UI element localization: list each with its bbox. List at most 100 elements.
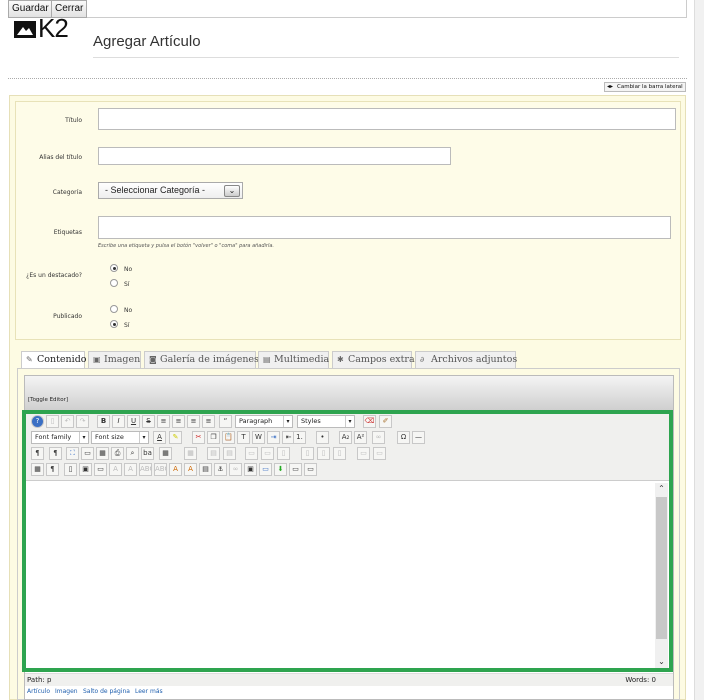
cut-icon[interactable]: ✂ bbox=[192, 431, 205, 444]
merge-cells-icon[interactable]: ▭ bbox=[357, 447, 370, 460]
italic-icon[interactable]: I bbox=[112, 415, 125, 428]
subscript-icon[interactable]: A₂ bbox=[339, 431, 352, 444]
published-no-radio[interactable] bbox=[110, 305, 118, 313]
align-left-icon[interactable]: ≡ bbox=[187, 415, 200, 428]
blockquote-icon[interactable]: “ bbox=[219, 415, 232, 428]
tags-input[interactable] bbox=[98, 216, 671, 239]
delete-row-icon[interactable]: ▭ bbox=[261, 447, 274, 460]
paste-icon[interactable]: 📋 bbox=[222, 431, 235, 444]
image-insert-icon[interactable]: ▣ bbox=[79, 463, 92, 476]
code-icon[interactable]: ▯ bbox=[64, 463, 77, 476]
layer-icon[interactable]: ▤ bbox=[199, 463, 212, 476]
unlink-icon[interactable]: ∞ bbox=[229, 463, 242, 476]
table-icon[interactable]: ▦ bbox=[159, 447, 172, 460]
insert-text-icon[interactable]: A bbox=[184, 463, 197, 476]
scroll-down-icon[interactable]: ⌄ bbox=[655, 656, 668, 668]
delete-text-icon[interactable]: A bbox=[169, 463, 182, 476]
delete-col-icon[interactable]: ▯ bbox=[317, 447, 330, 460]
bullet-list-icon[interactable]: • bbox=[316, 431, 329, 444]
article-button[interactable]: Artículo bbox=[27, 688, 50, 695]
alias-input[interactable] bbox=[98, 147, 451, 165]
readmore-button[interactable]: Leer más bbox=[135, 688, 163, 695]
insert-col-after-icon[interactable]: ▯ bbox=[301, 447, 314, 460]
link-icon[interactable]: ∞ bbox=[372, 431, 385, 444]
toggle-sidebar-button[interactable]: ◂▸ Cambiar la barra lateral bbox=[604, 82, 686, 92]
table-props-icon[interactable]: ▦ bbox=[184, 447, 197, 460]
tab-contenido[interactable]: ✎ Contenido bbox=[21, 351, 87, 368]
anchor-icon[interactable]: ⚓ bbox=[214, 463, 227, 476]
fullscreen-icon[interactable]: ⛶ bbox=[66, 447, 79, 460]
eraser-icon[interactable]: ⌫ bbox=[363, 415, 376, 428]
abbr-icon[interactable]: A bbox=[109, 463, 122, 476]
paste-text-icon[interactable]: T bbox=[237, 431, 250, 444]
numbered-list-icon[interactable]: 1. bbox=[293, 431, 306, 444]
print-icon[interactable]: ⎙ bbox=[111, 447, 124, 460]
font-size-select[interactable]: Font size ▾ bbox=[91, 431, 149, 444]
horizontal-rule-icon[interactable]: — bbox=[412, 431, 425, 444]
category-select[interactable]: - Seleccionar Categoría - ⌄ bbox=[98, 182, 243, 199]
film-icon: ▤ bbox=[263, 355, 271, 364]
find-icon[interactable]: ⌕ bbox=[126, 447, 139, 460]
cell-props-icon[interactable]: ▤ bbox=[223, 447, 236, 460]
tab-campos-extra[interactable]: ✱ Campos extra bbox=[332, 351, 415, 368]
pagebreak-icon[interactable]: ⬇ bbox=[274, 463, 287, 476]
strikethrough-icon[interactable]: S bbox=[142, 415, 155, 428]
featured-no-radio[interactable] bbox=[110, 264, 118, 272]
row-props-icon[interactable]: ▤ bbox=[207, 447, 220, 460]
indent-icon[interactable]: ⇥ bbox=[267, 431, 280, 444]
published-yes-radio[interactable] bbox=[110, 320, 118, 328]
image-manager-icon[interactable]: ▣ bbox=[244, 463, 257, 476]
tab-multimedia[interactable]: ▤ Multimedia bbox=[258, 351, 329, 368]
insert-row-icon[interactable]: ▭ bbox=[245, 447, 258, 460]
tab-archivos-adjuntos[interactable]: ∂ Archivos adjuntos bbox=[415, 351, 517, 368]
cleanup-brush-icon[interactable]: ✐ bbox=[379, 415, 392, 428]
rtl-icon[interactable]: ¶ bbox=[49, 447, 62, 460]
preview-icon[interactable]: ▭ bbox=[81, 447, 94, 460]
highlight-color-icon[interactable]: ✎ bbox=[169, 431, 182, 444]
special-char-icon[interactable]: Ω bbox=[397, 431, 410, 444]
visual-aid-icon[interactable]: ▦ bbox=[31, 463, 44, 476]
paste-word-icon[interactable]: W bbox=[252, 431, 265, 444]
insert-col-icon[interactable]: ▯ bbox=[277, 447, 290, 460]
superscript-icon[interactable]: A² bbox=[354, 431, 367, 444]
layer-2-icon[interactable]: ▭ bbox=[304, 463, 317, 476]
tab-imagen[interactable]: ▣ Imagen bbox=[88, 351, 141, 368]
pagebreak-button[interactable]: Salto de página bbox=[83, 688, 130, 695]
bold-icon[interactable]: B bbox=[97, 415, 110, 428]
format-select[interactable]: Paragraph ▾ bbox=[235, 415, 293, 428]
align-right-icon[interactable]: ≡ bbox=[202, 415, 215, 428]
cite-icon[interactable]: ABC bbox=[139, 463, 152, 476]
scrollbar-thumb[interactable] bbox=[656, 497, 667, 639]
ltr-icon[interactable]: ¶ bbox=[31, 447, 44, 460]
help-icon[interactable]: ? bbox=[31, 415, 44, 428]
replace-icon[interactable]: ba bbox=[141, 447, 154, 460]
scroll-up-icon[interactable]: ⌃ bbox=[655, 483, 668, 495]
tab-galeria[interactable]: ◙ Galería de imágenes bbox=[144, 351, 259, 368]
page-scrollbar[interactable] bbox=[694, 0, 704, 700]
text-color-icon[interactable]: A bbox=[153, 431, 166, 444]
template-icon[interactable]: ▦ bbox=[96, 447, 109, 460]
image-button[interactable]: Imagen bbox=[55, 688, 78, 695]
styles-select[interactable]: Styles ▾ bbox=[297, 415, 355, 428]
copy-icon[interactable]: ❐ bbox=[207, 431, 220, 444]
align-center-icon[interactable]: ≡ bbox=[172, 415, 185, 428]
font-family-select[interactable]: Font family ▾ bbox=[31, 431, 89, 444]
redo-icon[interactable]: ↷ bbox=[76, 415, 89, 428]
undo-icon[interactable]: ↶ bbox=[61, 415, 74, 428]
title-input[interactable] bbox=[98, 108, 676, 130]
editor-scrollbar[interactable]: ⌃ ⌄ bbox=[655, 483, 668, 668]
media-manager-icon[interactable]: ▭ bbox=[259, 463, 272, 476]
featured-yes-radio[interactable] bbox=[110, 279, 118, 287]
acronym-icon[interactable]: A bbox=[124, 463, 137, 476]
merge-cells-2-icon[interactable]: ▭ bbox=[373, 447, 386, 460]
split-cells-icon[interactable]: ▯ bbox=[333, 447, 346, 460]
readmore-icon[interactable]: ▭ bbox=[289, 463, 302, 476]
editor-text-area[interactable] bbox=[27, 483, 655, 668]
show-blocks-icon[interactable]: ¶ bbox=[46, 463, 59, 476]
attribs-icon[interactable]: ABC bbox=[154, 463, 167, 476]
toggle-editor-link[interactable]: [Toggle Editor] bbox=[28, 397, 68, 403]
underline-icon[interactable]: U bbox=[127, 415, 140, 428]
new-document-icon[interactable]: ▯ bbox=[46, 415, 59, 428]
media-icon[interactable]: ▭ bbox=[94, 463, 107, 476]
justify-icon[interactable]: ≡ bbox=[157, 415, 170, 428]
